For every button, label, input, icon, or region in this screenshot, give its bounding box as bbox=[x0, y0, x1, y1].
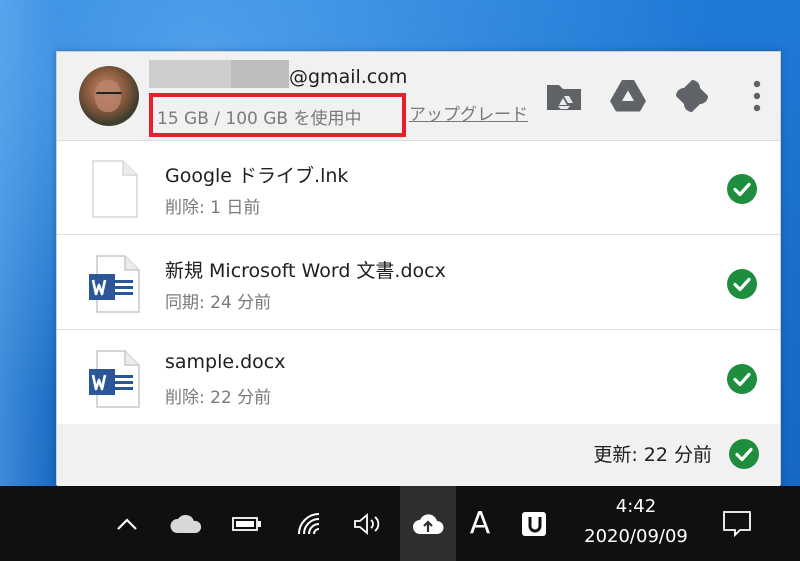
check-circle-icon bbox=[726, 268, 758, 300]
desktop-light-beam bbox=[0, 0, 60, 486]
word-file-icon bbox=[87, 349, 141, 409]
notification-icon[interactable] bbox=[714, 486, 760, 561]
battery-icon[interactable] bbox=[224, 486, 270, 561]
account-email: @gmail.com bbox=[289, 66, 408, 88]
taskbar: A 4:42 2020/09/09 bbox=[0, 486, 800, 561]
volume-icon[interactable] bbox=[344, 486, 392, 561]
file-status: 削除: 22 分前 bbox=[165, 388, 272, 408]
google-drive-sync-tray-icon[interactable] bbox=[400, 486, 456, 561]
ime-mode-indicator[interactable]: A bbox=[462, 486, 498, 561]
file-row[interactable]: Google ドライブ.lnk 削除: 1 日前 bbox=[57, 141, 780, 235]
ime-mode-label: A bbox=[469, 506, 491, 541]
avatar-glasses bbox=[96, 92, 122, 98]
panel-header: @gmail.com 15 GB / 100 GB を使用中 アップグレード bbox=[57, 52, 780, 141]
file-row[interactable]: 新規 Microsoft Word 文書.docx 同期: 24 分前 bbox=[57, 236, 780, 330]
email-redaction-block bbox=[231, 60, 289, 88]
drive-folder-icon[interactable] bbox=[544, 76, 584, 116]
file-name: 新規 Microsoft Word 文書.docx bbox=[165, 260, 446, 282]
check-circle-icon bbox=[728, 438, 760, 470]
generic-file-icon bbox=[87, 159, 141, 219]
google-drive-icon[interactable] bbox=[608, 76, 648, 116]
file-name: Google ドライブ.lnk bbox=[165, 165, 349, 187]
wifi-icon[interactable] bbox=[286, 486, 332, 561]
chevron-up-icon[interactable] bbox=[108, 486, 146, 561]
storage-usage: 15 GB / 100 GB を使用中 bbox=[157, 109, 362, 129]
drive-sync-panel: @gmail.com 15 GB / 100 GB を使用中 アップグレード G… bbox=[56, 51, 781, 486]
clock-date[interactable]: 2020/09/09 bbox=[572, 526, 700, 547]
usage-highlight-box: 15 GB / 100 GB を使用中 bbox=[149, 93, 406, 137]
last-updated: 更新: 22 分前 bbox=[593, 444, 712, 466]
word-file-icon bbox=[87, 254, 141, 314]
file-status: 削除: 1 日前 bbox=[165, 198, 261, 218]
onedrive-cloud-icon[interactable] bbox=[162, 486, 210, 561]
upgrade-link[interactable]: アップグレード bbox=[409, 100, 528, 125]
email-redaction bbox=[149, 60, 289, 88]
check-circle-icon bbox=[726, 363, 758, 395]
panel-footer: 更新: 22 分前 bbox=[57, 424, 780, 486]
file-status: 同期: 24 分前 bbox=[165, 293, 272, 313]
clock-time[interactable]: 4:42 bbox=[596, 496, 676, 517]
check-circle-icon bbox=[726, 173, 758, 205]
file-name: sample.docx bbox=[165, 351, 286, 373]
ime-japanese-icon[interactable] bbox=[514, 486, 554, 561]
email-redaction-block bbox=[149, 60, 231, 88]
avatar[interactable] bbox=[79, 66, 139, 126]
google-photos-icon[interactable] bbox=[672, 76, 712, 116]
more-vert-icon[interactable] bbox=[737, 76, 777, 116]
file-row[interactable]: sample.docx 削除: 22 分前 bbox=[57, 331, 780, 425]
